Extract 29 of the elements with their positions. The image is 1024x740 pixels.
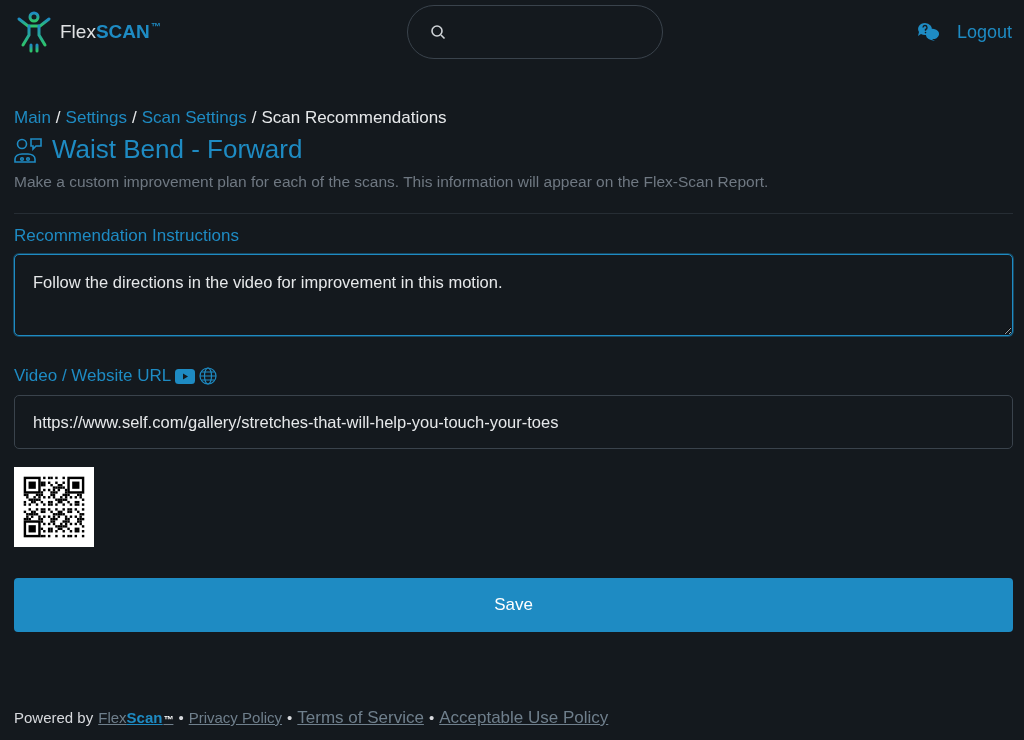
url-field[interactable]: https://www.self.com/gallery/stretches-that-will-help-you-touch-your-toes — [14, 395, 1013, 449]
page-title: Waist Bend - Forward — [52, 134, 303, 165]
instructions-field[interactable]: Follow the directions in the video for improvement in this motion. — [14, 254, 1013, 336]
powered-by-text: Powered by — [14, 709, 94, 726]
field-label: Video / Website URL — [14, 366, 172, 386]
bullet-separator: • — [178, 709, 184, 726]
breadcrumb-separator: / — [251, 108, 257, 128]
breadcrumb-link[interactable]: Scan Settings — [141, 108, 247, 128]
breadcrumb-link[interactable]: Settings — [65, 108, 128, 128]
breadcrumb-separator: / — [55, 108, 61, 128]
globe-icon — [199, 367, 218, 385]
help-chat-icon[interactable] — [916, 22, 941, 42]
logout-link[interactable]: Logout — [956, 21, 1012, 43]
field-label: Recommendation Instructions — [14, 226, 239, 246]
search-icon — [430, 24, 446, 40]
save-button[interactable]: Save — [14, 578, 1013, 632]
footer-link[interactable]: Terms of Service — [297, 708, 424, 728]
bullet-separator: • — [287, 709, 293, 726]
bullet-separator: • — [428, 709, 435, 726]
breadcrumb-link[interactable]: Main — [14, 108, 51, 128]
footer-link[interactable]: Acceptable Use Policy — [439, 708, 609, 728]
search-field[interactable] — [407, 5, 663, 59]
current-page-label: Scan Recommendations — [261, 108, 447, 128]
page-description: Make a custom improvement plan for each of the scans. This information will appear on the Flex-Scan Report. — [14, 173, 770, 191]
brand-link[interactable]: FlexScan™ — [98, 709, 174, 726]
video-play-icon — [175, 368, 196, 384]
breadcrumb-separator: / — [132, 108, 137, 128]
logo-text: FlexSCAN™ — [60, 21, 161, 43]
footer-link[interactable]: Privacy Policy — [188, 709, 283, 726]
